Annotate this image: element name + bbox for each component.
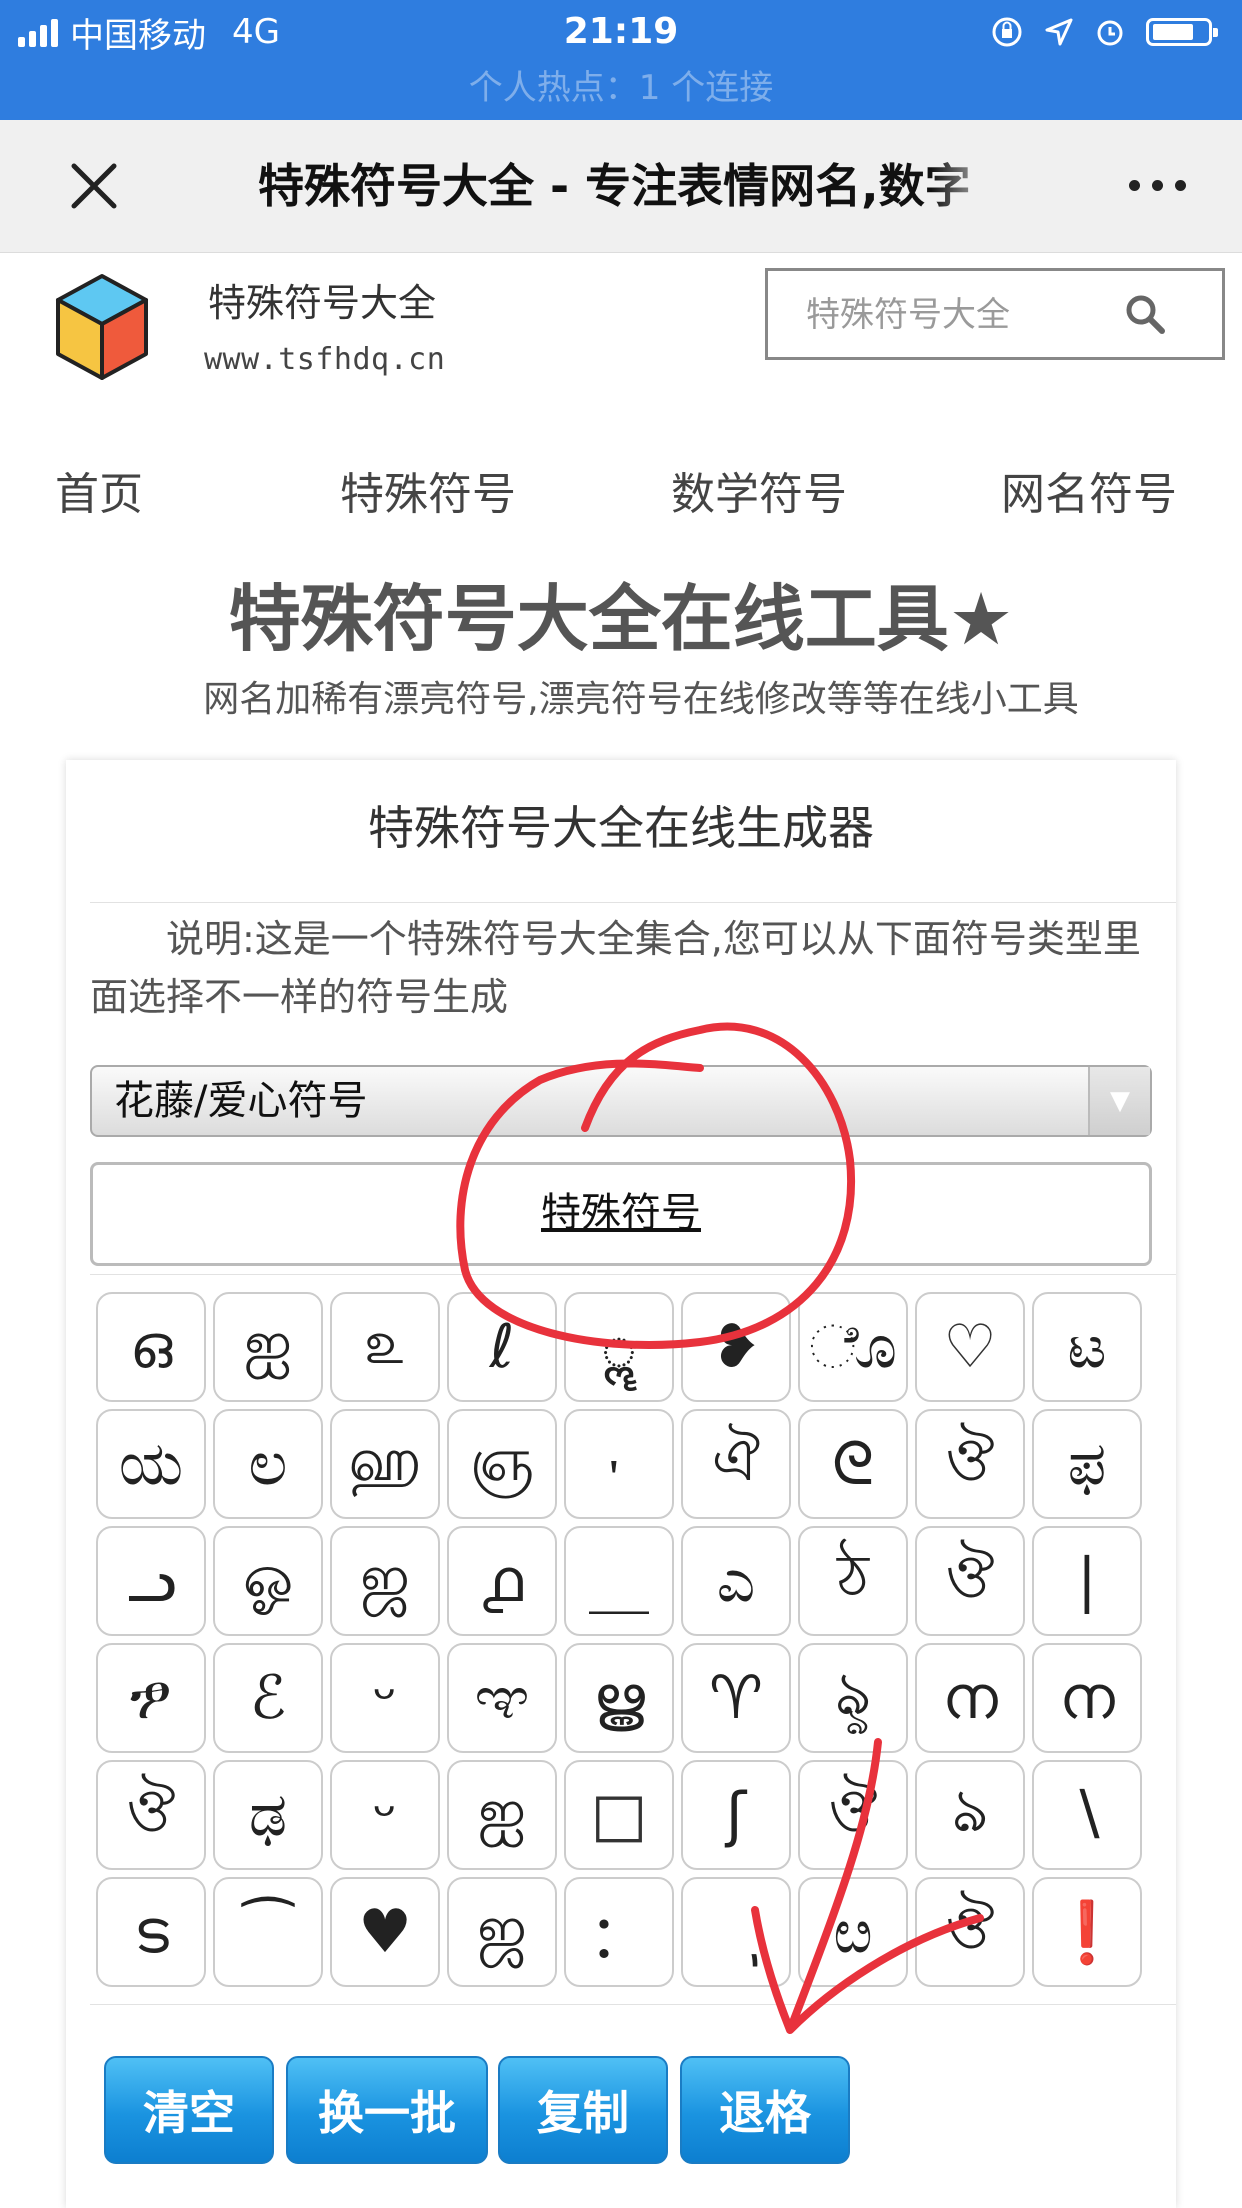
hotspot-status: 个人热点：1 个连接 (468, 68, 774, 108)
symbol-cell[interactable]: ᘓ (798, 1409, 908, 1519)
symbol-cell[interactable]: ❥ (681, 1292, 791, 1402)
symbol-cell[interactable]: ∣ (1032, 1526, 1142, 1636)
symbol-cell[interactable]: ಟ (1032, 1292, 1142, 1402)
symbol-cell[interactable]: ঔ (915, 1526, 1025, 1636)
search-box (765, 268, 1225, 360)
symbol-cell[interactable]: ᵕ (330, 1643, 440, 1753)
symbol-cell[interactable]: ঔ (96, 1760, 206, 1870)
search-icon[interactable] (1124, 293, 1166, 335)
webview-title: 特殊符号大全 - 专注表情网名,数字 (258, 159, 971, 213)
symbol-cell[interactable]: ❗ (1032, 1877, 1142, 1987)
symbol-cell[interactable]: ᵕ (330, 1760, 440, 1870)
site-url[interactable]: www.tsfhdq.cn (204, 342, 445, 377)
symbol-cell[interactable]: ട (96, 1877, 206, 1987)
webview-titlebar: 特殊符号大全 - 专注表情网名,数字 (0, 120, 1242, 253)
symbol-cell[interactable]: ಫ (1032, 1409, 1142, 1519)
output-text: 特殊符号 (541, 1190, 701, 1236)
symbol-cell[interactable]: ന (1032, 1643, 1142, 1753)
symbol-cell[interactable]: ஜ (447, 1877, 557, 1987)
symbol-cell[interactable]: ஐ (213, 1292, 323, 1402)
symbol-cell[interactable]: ঠ (798, 1526, 908, 1636)
action-buttons: 清空 换一批 复制 退格 (104, 2056, 1164, 2166)
symbol-cell[interactable]: ஞ (447, 1409, 557, 1519)
symbol-cell[interactable]: ♈ (681, 1643, 791, 1753)
category-selected-value: 花藤/爱心符号 (114, 1078, 368, 1124)
divider (90, 1274, 1176, 1275)
symbol-cell[interactable]: ॣ (564, 1292, 674, 1402)
page-title: 特殊符号大全在线工具★ (228, 577, 1014, 661)
more-options-icon[interactable] (1129, 180, 1186, 191)
alarm-icon (1097, 20, 1123, 46)
site-name[interactable]: 特殊符号大全 (208, 272, 436, 327)
symbol-cell[interactable]: ፇ (96, 1643, 206, 1753)
symbol-cell[interactable]: ʃ (681, 1760, 791, 1870)
symbol-cell[interactable]: ഒ (96, 1292, 206, 1402)
main-nav: 首页 特殊符号 数学符号 网名符号 (0, 458, 1242, 520)
rotation-lock-icon (992, 17, 1022, 47)
nav-item-special-symbols[interactable]: 特殊符号 (340, 458, 516, 522)
generator-title: 特殊符号大全在线生成器 (368, 801, 874, 855)
battery-icon (1146, 18, 1218, 46)
symbol-cell[interactable]: ಞ (447, 1643, 557, 1753)
symbol-cell[interactable]: ℓ (447, 1292, 557, 1402)
symbol-cell[interactable]: ೞ (798, 1877, 908, 1987)
symbol-cell[interactable]: ஓ (213, 1526, 323, 1636)
symbol-cell[interactable]: ᓗ (96, 1526, 206, 1636)
divider (90, 902, 1176, 903)
symbol-cell[interactable]: ♡ (915, 1292, 1025, 1402)
generator-description: 说明:这是一个特殊符号大全集合,您可以从下面符号类型里面选择不一样的符号生成 (90, 917, 1141, 1019)
symbol-cell[interactable]: ঐ (681, 1409, 791, 1519)
site-logo[interactable] (52, 272, 152, 384)
chevron-down-icon: ▼ (1088, 1067, 1150, 1135)
symbol-cell[interactable]: ⁀ (213, 1877, 323, 1987)
shuffle-button[interactable]: 换一批 (286, 2056, 488, 2164)
symbol-cell[interactable]: ঌ (915, 1760, 1025, 1870)
symbol-cell[interactable]: ： (564, 1877, 674, 1987)
symbol-cell[interactable]: ٖ (681, 1877, 791, 1987)
symbol-cell[interactable]: ঔ (915, 1409, 1025, 1519)
symbol-cell[interactable]: ℰ (213, 1643, 323, 1753)
symbol-cell[interactable]: ൧ (447, 1526, 557, 1636)
category-select[interactable]: 花藤/爱心符号 ▼ (90, 1065, 1152, 1137)
symbol-cell[interactable]: ஹ (330, 1409, 440, 1519)
output-field[interactable]: 特殊符号 (90, 1162, 1152, 1266)
page-subtitle: 网名加稀有漂亮符号,漂亮符号在线修改等等在线小工具 (203, 679, 1079, 720)
backspace-button[interactable]: 退格 (680, 2056, 850, 2164)
clear-button[interactable]: 清空 (104, 2056, 274, 2164)
symbol-cell[interactable]: ന (915, 1643, 1025, 1753)
location-icon (1045, 18, 1073, 46)
symbol-cell[interactable]: ಲ (213, 1409, 323, 1519)
symbol-cell[interactable]: ஐ (447, 1760, 557, 1870)
status-icons (990, 10, 1218, 54)
symbol-cell[interactable]: ൠ (564, 1643, 674, 1753)
generator-card: 特殊符号大全在线生成器 说明:这是一个特殊符号大全集合,您可以从下面符号类型里面… (66, 760, 1176, 2208)
symbol-cell[interactable]: ௨ (330, 1292, 440, 1402)
symbol-cell[interactable]: ∖ (1032, 1760, 1142, 1870)
copy-button[interactable]: 复制 (498, 2056, 668, 2164)
symbol-cell[interactable]: □ (564, 1760, 674, 1870)
symbol-cell[interactable]: ಢ (213, 1760, 323, 1870)
symbol-cell[interactable]: ೊ (798, 1292, 908, 1402)
symbol-cell[interactable]: ৡ (798, 1643, 908, 1753)
status-bar: 中国移动 4G 21:19 个人热点：1 个连接 (0, 0, 1242, 120)
symbol-grid: ഒஐ௨ℓॣ❥ೊ♡ಟಯಲஹஞᡃঐᘓঔಫᓗஓஜ൧＿ಎঠঔ∣ፇℰᵕಞൠ♈ৡനനঔಢᵕஐ… (96, 1292, 1156, 1987)
search-input[interactable] (768, 271, 1148, 359)
symbol-cell[interactable]: ಎ (681, 1526, 791, 1636)
symbol-cell[interactable]: ஜ (330, 1526, 440, 1636)
nav-item-nickname-symbols[interactable]: 网名符号 (1001, 458, 1177, 522)
symbol-cell[interactable]: ঔ (915, 1877, 1025, 1987)
symbol-cell[interactable]: ᡃ (564, 1409, 674, 1519)
symbol-cell[interactable]: ঔ (798, 1760, 908, 1870)
divider (90, 2004, 1176, 2005)
nav-item-math-symbols[interactable]: 数学符号 (671, 458, 847, 522)
symbol-cell[interactable]: ＿ (564, 1526, 674, 1636)
nav-item-home[interactable]: 首页 (55, 458, 143, 522)
symbol-cell[interactable]: ಯ (96, 1409, 206, 1519)
symbol-cell[interactable]: ♥ (330, 1877, 440, 1987)
close-icon[interactable] (66, 158, 122, 214)
